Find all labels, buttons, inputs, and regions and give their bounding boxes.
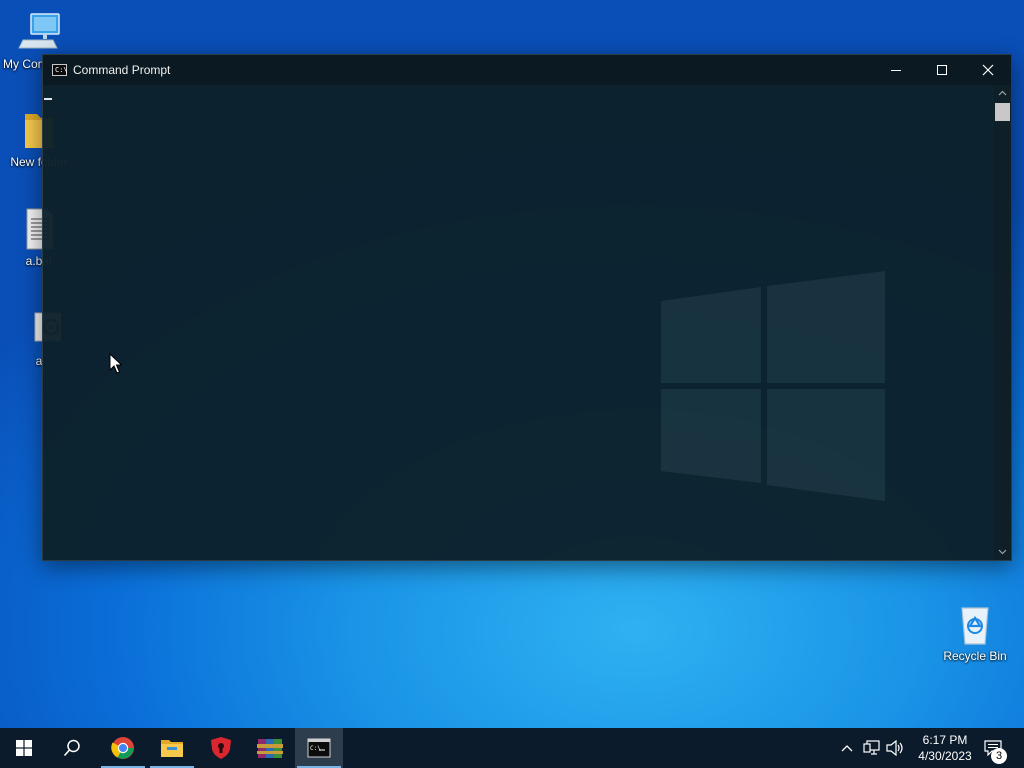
network-button[interactable] [860,728,884,768]
close-button[interactable] [965,55,1011,85]
cmd-icon: C:\ [52,64,68,76]
taskbar-file-explorer[interactable] [148,728,196,768]
scrollbar-thumb[interactable] [995,103,1010,121]
chrome-icon [111,737,134,759]
chevron-down-icon [998,549,1007,555]
minimize-icon [891,70,901,71]
maximize-icon [937,65,947,75]
computer-icon [17,10,61,54]
scroll-up-button[interactable] [994,85,1011,101]
clock-time: 6:17 PM [922,733,968,747]
desktop-icon-label: Recycle Bin [943,649,1007,663]
folder-icon [161,740,183,757]
show-hidden-icons-button[interactable] [836,728,858,768]
window-titlebar[interactable]: C:\ Command Prompt [43,55,1011,85]
scroll-down-button[interactable] [994,544,1011,560]
shield-icon [211,737,231,759]
close-icon [982,64,994,76]
text-cursor [44,98,52,100]
taskbar-winrar[interactable] [246,728,294,768]
minimize-button[interactable] [873,55,919,85]
vertical-scrollbar[interactable] [994,85,1011,560]
taskbar-clock[interactable]: 6:17 PM 4/30/2023 [910,732,980,764]
recycle-bin-icon [953,602,997,646]
windows-logo-icon [16,740,32,756]
taskbar: C:\ 6:17 PM 4/30/2023 3 [0,728,1024,768]
maximize-button[interactable] [919,55,965,85]
taskbar-command-prompt[interactable]: C:\ [295,728,343,768]
search-icon [63,739,80,757]
chevron-up-icon [841,745,853,752]
mouse-pointer-icon [109,353,122,374]
clock-date: 4/30/2023 [918,749,972,763]
taskbar-chrome[interactable] [99,728,147,768]
desktop-icon-recycle-bin[interactable]: Recycle Bin [936,602,1014,664]
svg-text:C:\: C:\ [310,745,321,752]
notification-count-badge: 3 [991,748,1007,764]
cmd-icon: C:\ [307,738,331,758]
volume-button[interactable] [884,728,906,768]
network-icon [863,740,880,755]
window-title: Command Prompt [73,63,171,77]
start-button[interactable] [0,728,48,768]
windows-wallpaper-logo-icon [661,271,885,501]
command-prompt-window[interactable]: C:\ Command Prompt [42,54,1012,561]
search-button[interactable] [48,728,96,768]
speaker-icon [886,740,903,756]
console-output-area[interactable] [43,85,994,560]
taskbar-security[interactable] [197,728,245,768]
action-center-button[interactable]: 3 [976,728,1010,768]
chevron-up-icon [998,90,1007,96]
archive-icon [257,739,283,758]
